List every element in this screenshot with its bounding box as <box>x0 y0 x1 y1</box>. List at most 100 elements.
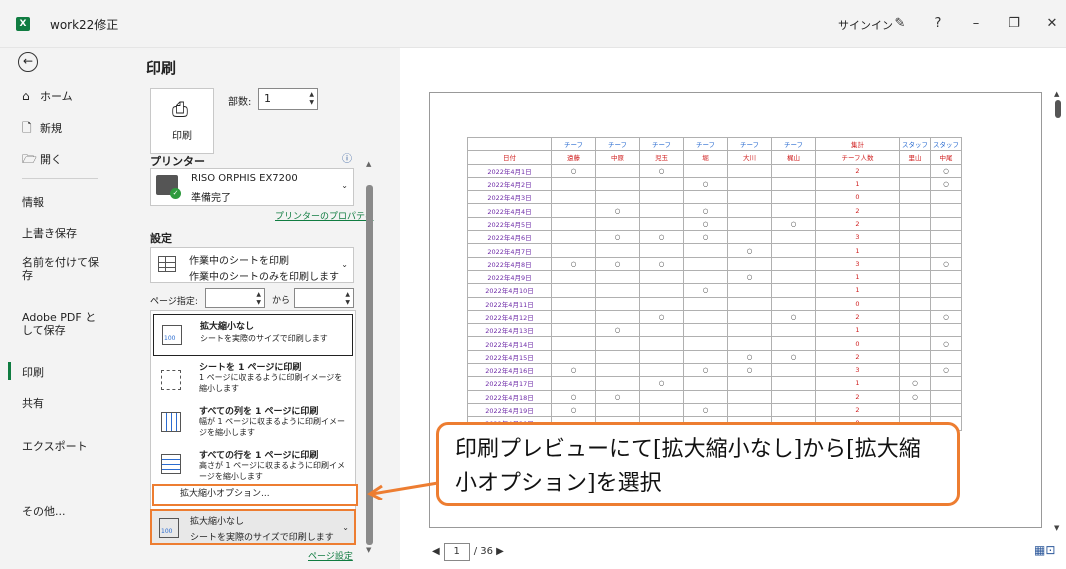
mark-cell <box>899 203 931 218</box>
mark-cell <box>930 296 962 311</box>
scale-option-none[interactable]: 100 拡大縮小なし シートを実際のサイズで印刷します <box>153 314 353 356</box>
mark-cell <box>727 389 772 404</box>
table-header-cell: チーフ <box>771 136 816 152</box>
count-cell: 3 <box>815 363 900 378</box>
mark-cell <box>639 336 684 351</box>
mark-cell <box>727 230 772 245</box>
mark-cell: ○ <box>683 230 728 245</box>
scroll-thumb[interactable] <box>1055 100 1061 118</box>
mark-cell <box>930 323 962 338</box>
mark-cell: ○ <box>551 256 596 271</box>
mark-cell: ○ <box>930 176 962 192</box>
nav-export[interactable]: エクスポート <box>22 438 88 454</box>
mark-cell: ○ <box>639 376 684 391</box>
prev-page-icon[interactable]: ◀ <box>432 546 440 557</box>
help-icon[interactable]: ? <box>926 13 950 35</box>
pages-label: ページ指定: <box>150 297 198 307</box>
printer-select[interactable]: ✓ RISO ORPHIS EX7200 準備完了 ⌄ <box>150 168 354 206</box>
print-scope-select[interactable]: 作業中のシートを印刷 作業中のシートのみを印刷します ⌄ <box>150 247 354 283</box>
mark-cell <box>639 323 684 338</box>
mark-cell: ○ <box>727 349 772 365</box>
mark-cell: ○ <box>639 163 684 178</box>
scroll-down-icon[interactable]: ▼ <box>1054 524 1059 532</box>
mark-cell <box>899 216 931 232</box>
scaling-dropdown-list: 100 拡大縮小なし シートを実際のサイズで印刷します シートを 1 ページに印… <box>150 310 356 510</box>
mark-cell <box>899 309 931 325</box>
copies-label: 部数: <box>228 97 252 108</box>
mark-cell <box>899 336 931 351</box>
page-setup-link[interactable]: ページ設定 <box>308 549 353 562</box>
nav-share[interactable]: 共有 <box>22 395 44 411</box>
table-header-cell: 日付 <box>467 150 552 165</box>
pages-to-input[interactable]: ▲ ▼ <box>294 288 354 308</box>
mark-cell <box>551 216 596 232</box>
scaling-options-link[interactable]: 拡大縮小オプション... <box>152 484 358 506</box>
mark-cell: ○ <box>899 376 931 391</box>
mark-cell <box>899 402 931 418</box>
mark-cell: ○ <box>930 163 962 178</box>
mark-cell <box>930 230 962 245</box>
mark-cell <box>683 389 728 404</box>
scale-option-fit-columns[interactable]: すべての列を 1 ページに印刷 幅が 1 ページに収まるように印刷イメージを縮小… <box>153 402 353 446</box>
close-icon[interactable]: ✕ <box>1040 13 1064 35</box>
page-number-input[interactable]: 1 <box>443 543 470 561</box>
mark-cell <box>771 190 816 205</box>
table-row: 2022年4月17日 ○ 1 ○ <box>467 376 962 391</box>
scale-option-fit-rows[interactable]: すべての行を 1 ページに印刷 高さが 1 ページに収まるように印刷イメージを縮… <box>153 446 353 486</box>
printer-properties-link[interactable]: プリンターのプロパティ <box>275 209 373 222</box>
mark-cell: ○ <box>683 283 728 298</box>
mark-cell <box>595 216 640 232</box>
scaling-select[interactable]: 100 拡大縮小なし シートを実際のサイズで印刷します ⌄ <box>150 509 356 545</box>
copies-input[interactable]: 1 ▲ ▼ <box>258 88 318 110</box>
info-icon[interactable]: ⓘ <box>342 150 352 165</box>
nav-save[interactable]: 上書き保存 <box>22 225 77 241</box>
mark-cell <box>639 349 684 365</box>
mark-cell: ○ <box>595 256 640 271</box>
show-margins-icon[interactable]: ▦ <box>1034 543 1045 557</box>
mark-cell <box>683 309 728 325</box>
nav-info[interactable]: 情報 <box>22 194 44 210</box>
nav-new[interactable]: 🗋 新規 <box>22 119 62 140</box>
pen-icon[interactable]: ✎ <box>888 13 912 35</box>
scroll-up-icon[interactable]: ▲ <box>366 160 371 168</box>
nav-active-indicator <box>8 362 11 380</box>
nav-home[interactable]: ⌂ ホーム <box>22 88 73 104</box>
nav-save-adobe-pdf[interactable]: Adobe PDF として保存 <box>22 311 104 337</box>
signin-link[interactable]: サインイン <box>838 17 893 33</box>
mark-cell <box>639 283 684 298</box>
mark-cell <box>899 269 931 285</box>
mark-cell: ○ <box>930 309 962 325</box>
restore-icon[interactable]: ❐ <box>1002 13 1026 35</box>
next-page-icon[interactable]: ▶ <box>496 546 504 557</box>
nav-print[interactable]: 印刷 <box>22 364 44 380</box>
scale-option-fit-sheet[interactable]: シートを 1 ページに印刷 1 ページに収まるように印刷イメージを縮小します <box>153 358 353 400</box>
scroll-down-icon[interactable]: ▼ <box>366 546 371 554</box>
zoom-to-page-icon[interactable]: ⊡ <box>1045 543 1055 557</box>
mark-cell: ○ <box>930 256 962 271</box>
fit-rows-icon <box>161 454 181 474</box>
mark-cell <box>639 389 684 404</box>
mark-cell <box>727 163 772 178</box>
annotation-callout: 印刷プレビューにて[拡大縮小なし]から[拡大縮小オプション]を選択 <box>436 422 960 506</box>
nav-save-as[interactable]: 名前を付けて保存 <box>22 256 104 282</box>
count-cell: 0 <box>815 336 900 351</box>
actual-size-icon: 100 <box>162 325 182 345</box>
preview-scrollbar[interactable]: ▲ ▼ <box>1054 90 1062 536</box>
mark-cell <box>899 283 931 298</box>
spin-icon[interactable]: ▲ ▼ <box>309 91 314 107</box>
minimize-icon[interactable]: – <box>964 13 988 35</box>
table-row: 2022年4月12日 ○ ○ 2 ○ <box>467 309 962 325</box>
back-icon[interactable]: ← <box>18 52 38 72</box>
table-header-cell: チーフ人数 <box>815 150 900 165</box>
nav-open[interactable]: 🗁 開く <box>22 150 62 171</box>
nav-more[interactable]: その他... <box>22 503 66 519</box>
count-cell: 2 <box>815 203 900 218</box>
table-header-cell: 大川 <box>727 150 772 165</box>
spin-icon[interactable]: ▲ ▼ <box>256 291 261 307</box>
mark-cell <box>930 269 962 285</box>
pages-to-label: から <box>272 296 291 306</box>
spin-icon[interactable]: ▲ ▼ <box>345 291 350 307</box>
print-button[interactable]: ⎙ 印刷 <box>150 88 214 154</box>
scroll-up-icon[interactable]: ▲ <box>1054 90 1059 98</box>
pages-from-input[interactable]: ▲ ▼ <box>205 288 265 308</box>
